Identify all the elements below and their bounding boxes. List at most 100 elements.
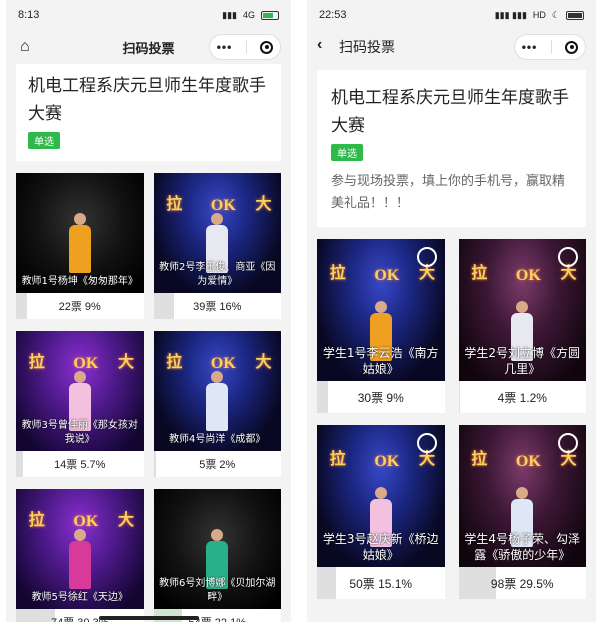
vote-progress-bar bbox=[16, 293, 28, 319]
vote-info-card: 机电工程系庆元旦师生年度歌手大赛 单选 参与现场投票，填上你的手机号，赢取精美礼… bbox=[317, 70, 586, 227]
single-choice-badge: 单选 bbox=[331, 144, 363, 161]
candidate-grid: 拉 OK 大学生1号李云浩《南方姑娘》 30票 9% 拉 OK 大学生2号刘立博《方圆几里》… bbox=[317, 239, 586, 599]
left-phone-screen: 8:13 ▮▮▮ 4G ⌂ 扫码投票 ••• 机电工程系庆元旦师生年度歌手大赛 … bbox=[6, 0, 291, 622]
candidate-card[interactable]: 拉 OK 大学生1号李云浩《南方姑娘》 30票 9% bbox=[317, 239, 445, 413]
vote-progress-bar bbox=[317, 381, 329, 413]
candidate-photo[interactable]: 拉 OK 大学生2号刘立博《方圆几里》 bbox=[458, 239, 586, 381]
candidate-photo[interactable]: 拉 OK 大教师4号尚洋《成都》 bbox=[153, 331, 281, 451]
candidate-photo[interactable]: 拉 OK 大教师2号李玉俊、商亚《因为爱情》 bbox=[153, 173, 281, 293]
stage-decoration: 拉 bbox=[166, 195, 183, 213]
candidate-photo[interactable]: 拉 OK 大学生4号杨子荣、勾泽露《骄傲的少年》 bbox=[458, 425, 586, 567]
mini-program-capsule: ••• bbox=[514, 34, 586, 60]
stage-decoration: 拉 bbox=[329, 264, 346, 282]
vote-count: 50票 15.1% bbox=[349, 576, 413, 591]
candidate-card[interactable]: 拉 OK 大教师3号曾佳丽《那女孩对我说》 14票 5.7% bbox=[16, 331, 144, 477]
stage-decoration: 大 bbox=[118, 511, 135, 529]
candidate-photo[interactable]: 拉 OK 大教师3号曾佳丽《那女孩对我说》 bbox=[16, 331, 144, 451]
select-radio[interactable] bbox=[558, 247, 578, 267]
home-icon[interactable]: ⌂ bbox=[20, 38, 30, 56]
performer-figure bbox=[206, 371, 229, 431]
nav-bar: ‹ 扫码投票 ••• bbox=[307, 30, 596, 64]
candidate-card[interactable]: 拉OK大教师5号徐红《天边》74票 30.3% bbox=[16, 489, 144, 622]
stage-decoration: OK bbox=[515, 267, 541, 285]
candidate-card[interactable]: 教师6号刘博娜《贝加尔湖畔》54票 22.1% bbox=[153, 489, 281, 622]
vote-count: 39票 16% bbox=[193, 301, 242, 313]
vote-description: 参与现场投票，填上你的手机号，赢取精美礼品！！！ bbox=[331, 174, 566, 211]
page-title: 扫码投票 bbox=[122, 40, 175, 56]
vote-title: 机电工程系庆元旦师生年度歌手大赛 bbox=[331, 88, 569, 136]
moon-icon: ☾ bbox=[551, 9, 560, 20]
vote-count: 98票 29.5% bbox=[490, 576, 554, 591]
more-menu-button[interactable]: ••• bbox=[522, 40, 538, 54]
stage-decoration: 拉 bbox=[329, 450, 346, 468]
candidate-card[interactable]: 拉 OK 大教师2号李玉俊、商亚《因为爱情》 39票 16% bbox=[153, 173, 281, 319]
candidate-photo[interactable]: 拉 OK 大教师5号徐红《天边》 bbox=[16, 489, 144, 609]
page-title: 扫码投票 bbox=[339, 39, 395, 55]
signal-icon: ▮▮▮ ▮▮▮ bbox=[494, 9, 527, 20]
candidate-card[interactable]: 拉 OK 大学生3号赵庆新《桥边姑娘》 50票 15.1% bbox=[317, 425, 445, 599]
candidate-caption: 教师2号李玉俊、商亚《因为爱情》 bbox=[159, 262, 276, 287]
vote-progress-bar bbox=[317, 567, 337, 599]
vote-title: 机电工程系庆元旦师生年度歌手大赛 bbox=[28, 76, 266, 124]
candidate-caption: 教师4号尚洋《成都》 bbox=[169, 434, 266, 445]
vote-result: 98票 29.5% bbox=[458, 567, 586, 599]
vote-result: 5票 2% bbox=[153, 451, 281, 477]
vote-result: 50票 15.1% bbox=[317, 567, 445, 599]
vote-progress-bar bbox=[153, 451, 157, 477]
vote-info-card: 机电工程系庆元旦师生年度歌手大赛 单选 bbox=[16, 64, 281, 161]
vote-count: 5票 2% bbox=[199, 459, 236, 471]
vote-progress-bar bbox=[153, 293, 174, 319]
vote-count: 22票 9% bbox=[58, 301, 101, 313]
candidate-caption: 学生3号赵庆新《桥边姑娘》 bbox=[322, 532, 439, 562]
vote-result: 4票 1.2% bbox=[458, 381, 586, 413]
vote-progress-bar bbox=[16, 451, 24, 477]
nav-bar: ⌂ 扫码投票 ••• bbox=[6, 30, 291, 64]
candidate-caption: 教师5号徐红《天边》 bbox=[31, 592, 128, 603]
vote-result: 22票 9% bbox=[16, 293, 144, 319]
select-radio[interactable] bbox=[558, 433, 578, 453]
close-miniprogram-icon[interactable] bbox=[260, 40, 274, 54]
stage-decoration: OK bbox=[515, 453, 541, 471]
stage-decoration: 大 bbox=[255, 195, 272, 213]
candidate-caption: 学生1号李云浩《南方姑娘》 bbox=[322, 346, 439, 376]
candidate-photo[interactable]: 教师6号刘博娜《贝加尔湖畔》 bbox=[153, 489, 281, 609]
candidate-photo[interactable]: 教师1号杨坤《匆匆那年》 bbox=[16, 173, 144, 293]
close-miniprogram-icon[interactable] bbox=[565, 40, 579, 54]
more-menu-button[interactable]: ••• bbox=[217, 40, 233, 54]
select-radio[interactable] bbox=[416, 247, 437, 267]
mini-program-capsule: ••• bbox=[209, 34, 281, 60]
status-bar: 22:53 ▮▮▮ ▮▮▮ HD ☾ bbox=[307, 0, 596, 30]
candidate-card[interactable]: 拉 OK 大教师4号尚洋《成都》 5票 2% bbox=[153, 331, 281, 477]
vote-result: 39票 16% bbox=[153, 293, 281, 319]
performer-figure bbox=[68, 213, 91, 273]
candidate-caption: 学生2号刘立博《方圆几里》 bbox=[464, 346, 581, 376]
candidate-caption: 学生4号杨子荣、勾泽露《骄傲的少年》 bbox=[464, 532, 581, 562]
signal-icon: ▮▮▮ bbox=[222, 9, 237, 20]
candidate-card[interactable]: 教师1号杨坤《匆匆那年》 22票 9% bbox=[16, 173, 144, 319]
right-phone-screen: 22:53 ▮▮▮ ▮▮▮ HD ☾ ‹ 扫码投票 ••• 机电工程系庆元旦师生… bbox=[307, 0, 596, 622]
battery-icon bbox=[261, 10, 279, 20]
candidate-grid: 教师1号杨坤《匆匆那年》 22票 9% 拉 OK 大教师2号李玉俊、商亚《因为爱情》 39… bbox=[16, 173, 281, 622]
candidate-card[interactable]: 拉 OK 大学生2号刘立博《方圆几里》 4票 1.2% bbox=[458, 239, 586, 413]
network-label: 4G bbox=[242, 10, 255, 20]
status-time: 22:53 bbox=[319, 9, 347, 21]
select-radio[interactable] bbox=[416, 433, 437, 453]
vote-count: 30票 9% bbox=[357, 390, 404, 405]
performer-figure bbox=[68, 529, 91, 589]
candidate-photo[interactable]: 拉 OK 大学生1号李云浩《南方姑娘》 bbox=[317, 239, 445, 381]
candidate-photo[interactable]: 拉 OK 大学生3号赵庆新《桥边姑娘》 bbox=[317, 425, 445, 567]
back-icon[interactable]: ‹ bbox=[317, 36, 322, 54]
candidate-card[interactable]: 拉 OK 大学生4号杨子荣、勾泽露《骄傲的少年》 98票 29.5% bbox=[458, 425, 586, 599]
stage-decoration: 大 bbox=[255, 353, 272, 371]
stage-decoration: 拉 bbox=[166, 353, 183, 371]
single-choice-badge: 单选 bbox=[28, 132, 60, 149]
candidate-caption: 教师1号杨坤《匆匆那年》 bbox=[21, 276, 138, 287]
stage-decoration: 拉 bbox=[471, 264, 488, 282]
stage-decoration: 拉 bbox=[28, 511, 45, 529]
network-label: HD bbox=[532, 10, 546, 20]
stage-decoration: OK bbox=[374, 453, 400, 471]
status-bar: 8:13 ▮▮▮ 4G bbox=[6, 0, 291, 30]
candidate-caption: 教师6号刘博娜《贝加尔湖畔》 bbox=[159, 578, 276, 603]
candidate-caption: 教师3号曾佳丽《那女孩对我说》 bbox=[21, 420, 138, 445]
stage-decoration: 大 bbox=[118, 353, 135, 371]
